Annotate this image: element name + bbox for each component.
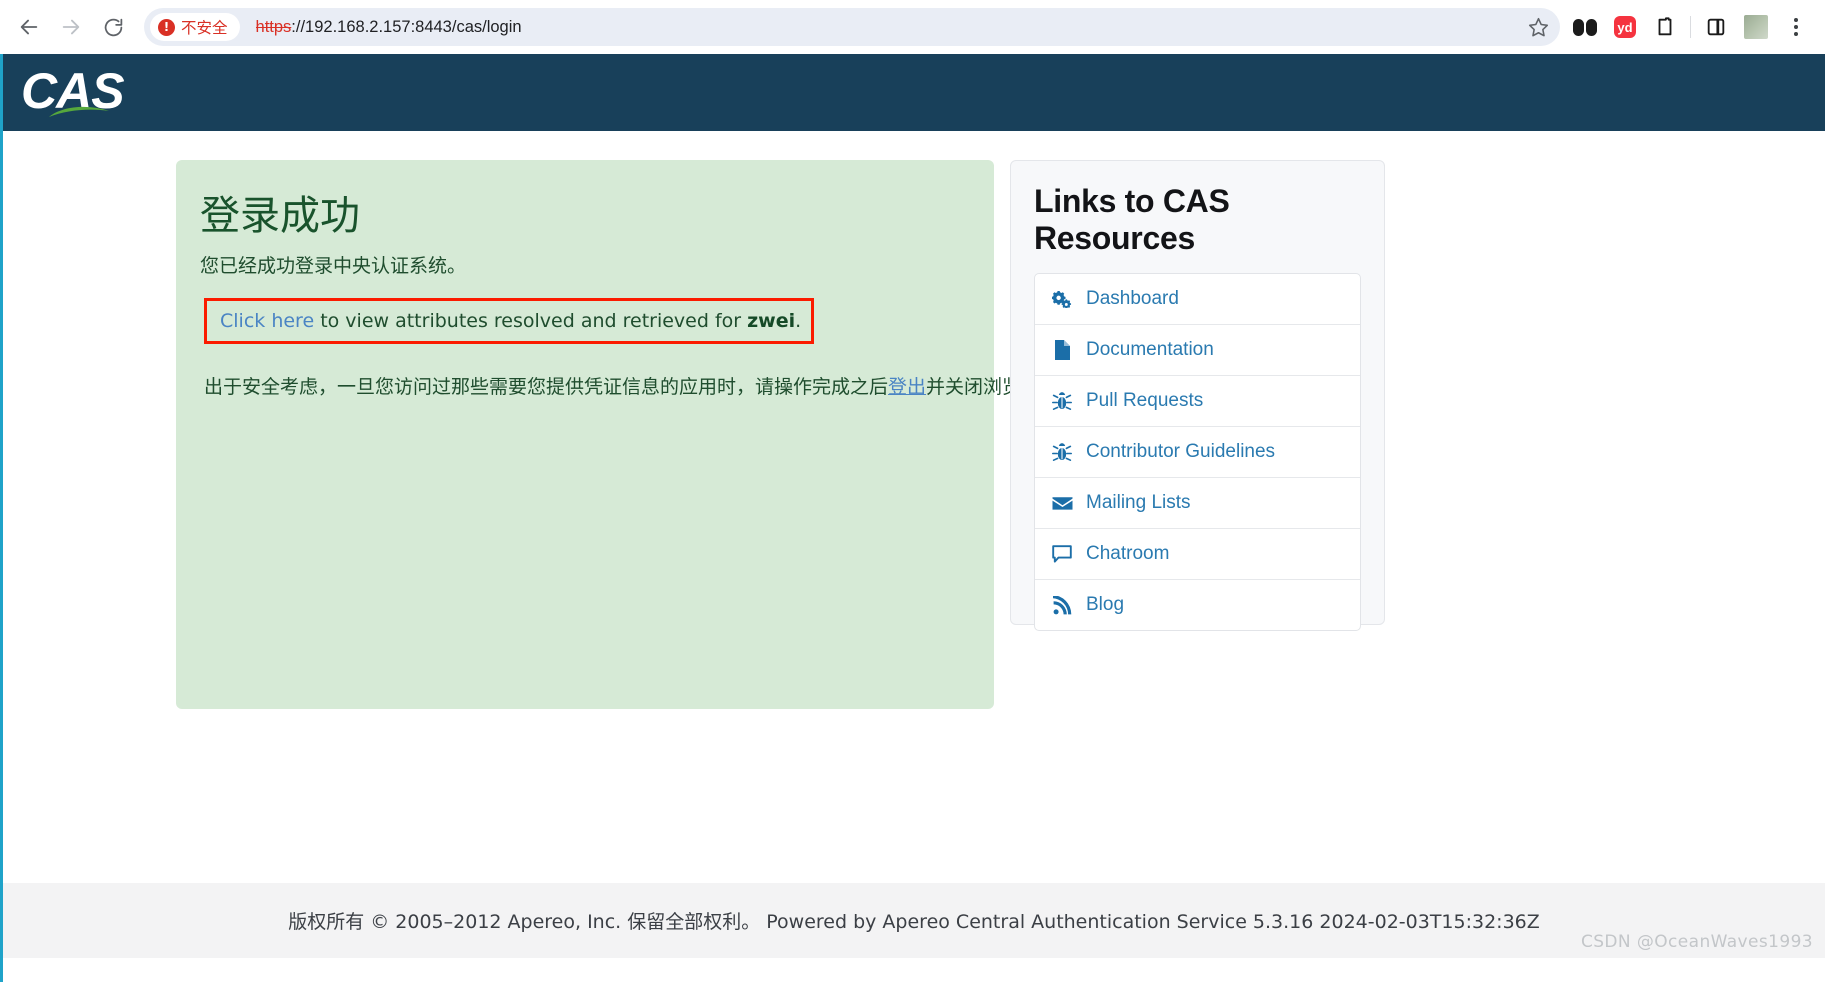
attributes-middle-text: to view attributes resolved and retrieve… bbox=[320, 310, 748, 332]
url-scheme: https bbox=[255, 17, 292, 36]
resource-label: Blog bbox=[1086, 594, 1125, 615]
resource-item-documentation[interactable]: Documentation bbox=[1035, 325, 1360, 376]
envelope-icon bbox=[1051, 492, 1073, 514]
dual-dot-extension-icon[interactable] bbox=[1570, 12, 1600, 42]
cas-resources-panel: Links to CAS Resources Dashboard Documen… bbox=[1010, 160, 1385, 631]
resource-label: Dashboard bbox=[1086, 288, 1179, 309]
attributes-after-text: . bbox=[795, 310, 802, 332]
resource-item-dashboard[interactable]: Dashboard bbox=[1035, 274, 1360, 325]
reload-button[interactable] bbox=[94, 8, 132, 46]
page-content: 登录成功 您已经成功登录中央认证系统。 Click here to view a… bbox=[3, 131, 1825, 958]
side-panel-icon[interactable] bbox=[1701, 12, 1731, 42]
resource-item-blog[interactable]: Blog bbox=[1035, 580, 1360, 630]
youdao-badge: yd bbox=[1614, 16, 1636, 38]
security-badge[interactable]: ! 不安全 bbox=[150, 13, 240, 41]
forward-button[interactable] bbox=[52, 8, 90, 46]
chrome-menu-button[interactable] bbox=[1781, 12, 1811, 42]
resource-item-mailing-lists[interactable]: Mailing Lists bbox=[1035, 478, 1360, 529]
panel-icon bbox=[1707, 18, 1725, 36]
cogs-icon bbox=[1051, 288, 1073, 310]
resource-label: Chatroom bbox=[1086, 543, 1170, 564]
arrow-right-icon bbox=[62, 19, 80, 35]
url-text: https://192.168.2.157:8443/cas/login bbox=[256, 18, 522, 37]
attributes-text: Click here to view attributes resolved a… bbox=[220, 310, 801, 332]
extensions-area: yd bbox=[1570, 12, 1811, 42]
address-bar[interactable]: ! 不安全 https://192.168.2.157:8443/cas/log… bbox=[144, 8, 1560, 46]
security-notice: 出于安全考虑，一旦您访问过那些需要您提供凭证信息的应用时，请操作完成之后登出并关… bbox=[204, 372, 1059, 399]
attributes-username: zwei bbox=[747, 310, 796, 332]
cas-logo[interactable]: CAS bbox=[21, 62, 125, 120]
arrow-left-icon bbox=[20, 19, 38, 35]
reload-icon bbox=[104, 18, 122, 36]
comment-icon bbox=[1051, 543, 1073, 565]
logout-link[interactable]: 登出 bbox=[888, 376, 926, 398]
back-button[interactable] bbox=[10, 8, 48, 46]
resource-label: Documentation bbox=[1086, 339, 1214, 360]
resources-title: Links to CAS Resources bbox=[1034, 183, 1230, 256]
page-viewport: CAS 登录成功 您已经成功登录中央认证系统。 Click here to vi… bbox=[0, 54, 1825, 982]
page-footer: 版权所有 © 2005–2012 Apereo, Inc. 保留全部权利。 Po… bbox=[3, 883, 1825, 958]
resource-label: Mailing Lists bbox=[1086, 492, 1191, 513]
clipboard-icon bbox=[1658, 17, 1672, 36]
cas-logo-text: CAS bbox=[21, 62, 125, 119]
bug-icon bbox=[1051, 390, 1073, 412]
security-notice-part1: 出于安全考虑，一旦您访问过那些需要您提供凭证信息的应用时，请操作完成之后 bbox=[204, 376, 889, 398]
navigation-buttons bbox=[10, 8, 132, 46]
click-here-link[interactable]: Click here bbox=[220, 310, 314, 332]
resource-label: Contributor Guidelines bbox=[1086, 441, 1276, 462]
file-icon bbox=[1051, 339, 1073, 361]
resource-item-contributor-guidelines[interactable]: Contributor Guidelines bbox=[1035, 427, 1360, 478]
resources-list: Dashboard Documentation Pull Requests Co… bbox=[1034, 273, 1361, 631]
bug-icon bbox=[1051, 441, 1073, 463]
toolbar-divider bbox=[1690, 16, 1691, 38]
page-title: 登录成功 bbox=[200, 193, 360, 239]
rss-icon bbox=[1051, 594, 1073, 616]
profile-avatar[interactable] bbox=[1741, 12, 1771, 42]
success-subtitle: 您已经成功登录中央认证系统。 bbox=[200, 255, 467, 277]
csdn-watermark: CSDN @OceanWaves1993 bbox=[1580, 932, 1813, 952]
not-secure-icon: ! bbox=[158, 18, 175, 36]
cas-site-header: CAS bbox=[3, 54, 1825, 131]
resource-item-pull-requests[interactable]: Pull Requests bbox=[1035, 376, 1360, 427]
star-icon bbox=[1528, 17, 1548, 36]
attributes-highlight-box: Click here to view attributes resolved a… bbox=[204, 298, 815, 344]
clipboard-extension-icon[interactable] bbox=[1650, 12, 1680, 42]
footer-text: 版权所有 © 2005–2012 Apereo, Inc. 保留全部权利。 Po… bbox=[288, 911, 1540, 933]
resource-label: Pull Requests bbox=[1086, 390, 1204, 411]
bookmark-star-icon[interactable] bbox=[1522, 11, 1554, 43]
security-badge-label: 不安全 bbox=[181, 20, 228, 37]
url-rest: ://192.168.2.157:8443/cas/login bbox=[291, 17, 522, 36]
browser-toolbar: ! 不安全 https://192.168.2.157:8443/cas/log… bbox=[0, 0, 1825, 54]
kebab-menu-icon bbox=[1794, 18, 1798, 36]
login-success-panel: 登录成功 您已经成功登录中央认证系统。 Click here to view a… bbox=[176, 160, 1059, 709]
resource-item-chatroom[interactable]: Chatroom bbox=[1035, 529, 1360, 580]
youdao-dict-extension-icon[interactable]: yd bbox=[1610, 12, 1640, 42]
